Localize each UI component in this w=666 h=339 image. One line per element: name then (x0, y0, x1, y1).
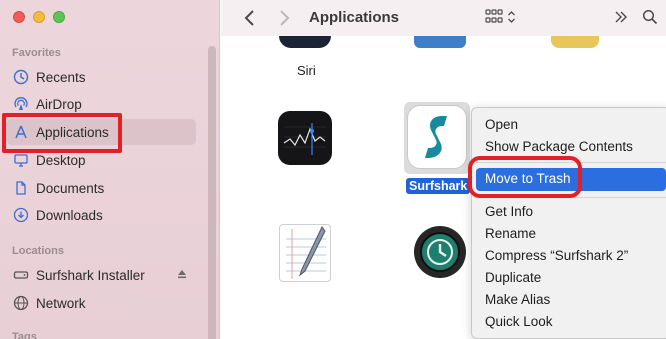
menu-item-open[interactable]: Open (485, 117, 518, 132)
sidebar-item-label: Network (36, 295, 86, 311)
sidebar-item-label: Documents (36, 180, 105, 196)
menu-item-compress[interactable]: Compress “Surfshark 2” (485, 248, 628, 263)
globe-icon (12, 294, 30, 312)
search-icon[interactable] (642, 9, 658, 30)
toolbar: Applications (221, 0, 666, 36)
app-icon-partial-yellow[interactable] (551, 36, 599, 48)
locations-section-title: Locations (12, 245, 64, 257)
time-machine-app-icon[interactable] (414, 226, 466, 278)
siri-app-icon[interactable] (279, 36, 331, 48)
siri-app-label[interactable]: Siri (297, 63, 316, 78)
sidebar-item-applications[interactable]: Applications (6, 119, 196, 145)
applications-icon (12, 123, 30, 141)
minimize-button[interactable] (33, 11, 45, 23)
back-chevron-icon[interactable] (243, 8, 257, 33)
drive-icon (12, 266, 30, 284)
document-icon (12, 179, 30, 197)
sidebar-item-label: Desktop (36, 152, 86, 168)
more-chevron-icon[interactable] (613, 9, 629, 30)
surfshark-logo-icon (425, 116, 447, 159)
clock-icon (12, 68, 30, 86)
menu-item-get-info[interactable]: Get Info (485, 204, 533, 219)
sidebar-item-network[interactable]: Network (6, 290, 196, 316)
context-menu: Open Show Package Contents Move to Trash… (471, 107, 666, 339)
menu-item-label: Move to Trash (485, 171, 571, 186)
menu-item-make-alias[interactable]: Make Alias (485, 292, 550, 307)
surfshark-app-icon[interactable] (408, 106, 466, 168)
window-controls (13, 11, 65, 23)
sidebar-item-label: Applications (36, 124, 109, 140)
sidebar-item-label: Recents (36, 69, 86, 85)
forward-chevron-icon[interactable] (277, 8, 291, 33)
sidebar-item-airdrop[interactable]: AirDrop (6, 91, 196, 117)
menu-item-show-package-contents[interactable]: Show Package Contents (485, 139, 633, 154)
sidebar-scrollbar[interactable] (208, 46, 216, 339)
grid-icon (485, 9, 503, 23)
menu-item-duplicate[interactable]: Duplicate (485, 270, 541, 285)
desktop-icon (12, 151, 30, 169)
app-icon-partial[interactable] (414, 36, 466, 48)
clock-arrow-icon (420, 232, 460, 272)
menu-separator (476, 162, 666, 163)
sidebar-item-downloads[interactable]: Downloads (6, 202, 196, 228)
favorites-section-title: Favorites (12, 47, 61, 59)
tags-section-title: Tags (12, 331, 37, 339)
menu-item-quick-look[interactable]: Quick Look (485, 314, 553, 329)
chevron-updown-icon (508, 11, 515, 23)
eject-icon[interactable] (176, 268, 188, 283)
sidebar-item-desktop[interactable]: Desktop (6, 147, 196, 173)
pen-paper-icon (286, 226, 326, 279)
sidebar-item-label: Downloads (36, 207, 103, 223)
sidebar-item-documents[interactable]: Documents (6, 175, 196, 201)
stocks-app-icon[interactable] (278, 111, 332, 165)
window-title: Applications (309, 9, 400, 26)
zoom-button[interactable] (53, 11, 65, 23)
menu-separator (476, 197, 666, 198)
surfshark-app-label[interactable]: Surfshark 2 (406, 178, 470, 194)
textedit-app-icon[interactable] (279, 224, 331, 282)
sidebar-item-label: Surfshark Installer (36, 267, 145, 283)
stocks-chart-icon (283, 123, 326, 155)
sidebar-item-surfshark-installer[interactable]: Surfshark Installer (6, 262, 196, 288)
sidebar-item-label: AirDrop (36, 96, 82, 112)
download-icon (12, 206, 30, 224)
airdrop-icon (12, 95, 30, 113)
menu-item-rename[interactable]: Rename (485, 226, 536, 241)
sidebar: Favorites Recents AirDrop Applications D… (0, 0, 220, 339)
menu-item-move-to-trash[interactable]: Move to Trash (476, 168, 666, 191)
sidebar-item-recents[interactable]: Recents (6, 64, 196, 90)
view-options-button[interactable] (485, 9, 516, 25)
close-button[interactable] (13, 11, 25, 23)
